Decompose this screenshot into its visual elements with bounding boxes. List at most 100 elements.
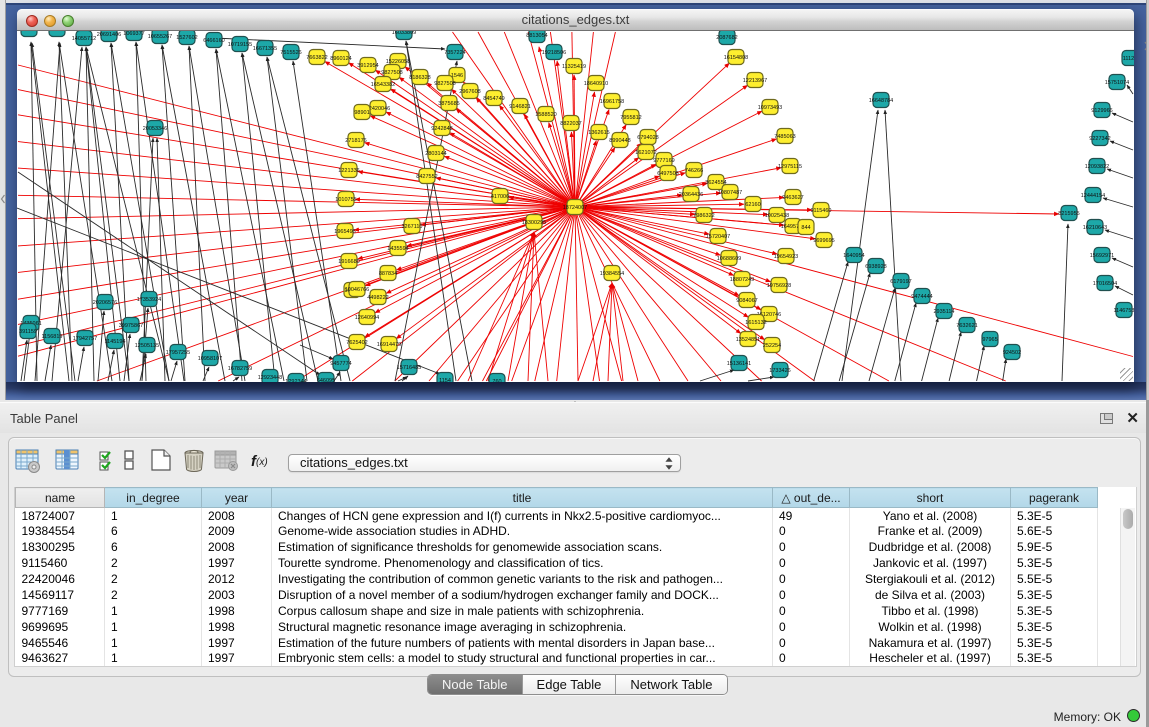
svg-text:10025438: 10025438 (765, 213, 789, 219)
svg-text:9242848: 9242848 (431, 126, 452, 132)
svg-text:15751074: 15751074 (1105, 80, 1129, 86)
svg-text:20053346: 20053346 (143, 126, 167, 132)
svg-text:1146753: 1146753 (1113, 308, 1134, 314)
svg-text:1916680: 1916680 (338, 259, 359, 265)
svg-text:1221336: 1221336 (338, 168, 359, 174)
svg-text:16648784: 16648784 (869, 98, 893, 104)
svg-text:6179197: 6179197 (890, 279, 911, 285)
svg-text:15692971: 15692971 (1090, 253, 1114, 259)
svg-text:760: 760 (492, 379, 501, 382)
svg-text:12923448: 12923448 (258, 375, 282, 381)
svg-text:12640994: 12640994 (355, 315, 379, 321)
svg-text:2967608: 2967608 (459, 89, 480, 95)
svg-text:15716485: 15716485 (397, 365, 421, 371)
svg-text:7485063: 7485063 (774, 134, 795, 140)
svg-text:3875685: 3875685 (438, 101, 459, 107)
svg-text:1621072: 1621072 (635, 150, 656, 156)
svg-text:12444154: 12444154 (1081, 193, 1105, 199)
svg-text:9457774: 9457774 (330, 361, 351, 367)
svg-text:13524851: 13524851 (736, 337, 760, 343)
svg-text:16782759: 16782759 (228, 366, 252, 372)
svg-text:1154: 1154 (439, 378, 451, 382)
svg-text:18807249: 18807249 (730, 277, 754, 283)
svg-text:97965: 97965 (982, 337, 997, 343)
svg-text:252254: 252254 (763, 343, 781, 349)
svg-text:7663822: 7663822 (306, 55, 327, 61)
svg-text:20206576: 20206576 (93, 300, 117, 306)
svg-text:12093822: 12093822 (1085, 164, 1109, 170)
svg-text:1965495: 1965495 (334, 229, 355, 235)
svg-text:2718176: 2718176 (345, 138, 366, 144)
svg-text:9474444: 9474444 (911, 294, 932, 300)
svg-text:16543382: 16543382 (371, 82, 395, 88)
svg-text:19218506: 19218506 (542, 50, 566, 56)
svg-text:844: 844 (801, 225, 810, 231)
svg-text:16210643: 16210643 (1083, 225, 1107, 231)
svg-text:10688609: 10688609 (717, 256, 741, 262)
svg-text:9146821: 9146821 (509, 104, 530, 110)
svg-text:9777169: 9777169 (653, 158, 674, 164)
svg-text:16671355: 16671355 (253, 46, 277, 52)
svg-text:1292344: 1292344 (285, 379, 306, 382)
svg-text:7955812: 7955812 (620, 115, 641, 121)
svg-text:9084067: 9084067 (736, 298, 757, 304)
svg-text:10046766: 10046766 (345, 287, 369, 293)
svg-text:15720407: 15720407 (706, 234, 730, 240)
svg-text:8990448: 8990448 (609, 138, 630, 144)
svg-text:8186328: 8186328 (409, 75, 430, 81)
svg-text:7632621: 7632621 (956, 323, 977, 329)
svg-text:391159: 391159 (19, 329, 37, 335)
svg-text:19654923: 19654923 (774, 254, 798, 260)
svg-text:17016504: 17016504 (1093, 281, 1117, 287)
svg-text:18724007: 18724007 (563, 205, 587, 211)
svg-text:10719155: 10719155 (228, 42, 252, 48)
svg-text:7357224: 7357224 (444, 50, 465, 56)
svg-text:4498222: 4498222 (367, 295, 388, 301)
svg-text:1615132: 1615132 (745, 320, 766, 326)
svg-text:11123: 11123 (1123, 56, 1134, 62)
svg-text:8427552: 8427552 (416, 174, 437, 180)
svg-text:18300295: 18300295 (522, 220, 546, 226)
svg-text:7986322: 7986322 (693, 213, 714, 219)
svg-text:924502: 924502 (1003, 350, 1021, 356)
svg-text:20364436: 20364436 (679, 192, 703, 198)
svg-text:8813054: 8813054 (526, 33, 547, 39)
svg-text:15136141: 15136141 (727, 361, 751, 367)
svg-text:8215955: 8215955 (1058, 211, 1079, 217)
svg-text:417006: 417006 (491, 194, 509, 200)
svg-text:(x): (x) (256, 457, 268, 468)
svg-text:6497508: 6497508 (657, 171, 678, 177)
svg-text:8822037: 8822037 (560, 121, 581, 127)
svg-text:10807487: 10807487 (718, 190, 742, 196)
svg-text:887834: 887834 (379, 271, 397, 277)
svg-text:8960124: 8960124 (330, 56, 351, 62)
svg-text:20554: 20554 (49, 31, 64, 33)
svg-text:9827508: 9827508 (434, 81, 455, 87)
svg-text:3912954: 3912954 (357, 63, 378, 69)
svg-text:1156819: 1156819 (41, 334, 62, 340)
svg-text:2087682: 2087682 (716, 35, 737, 41)
svg-text:9115460: 9115460 (810, 208, 831, 214)
svg-text:2935114: 2935114 (933, 309, 954, 315)
svg-text:7515526: 7515526 (280, 50, 301, 56)
svg-text:1733426: 1733426 (769, 368, 790, 374)
svg-text:1527602: 1527602 (176, 35, 197, 41)
svg-text:1010755: 1010755 (335, 197, 356, 203)
svg-text:12975115: 12975115 (778, 164, 802, 170)
svg-text:19384554: 19384554 (600, 271, 624, 277)
svg-text:1362615: 1362615 (588, 130, 609, 136)
svg-text:39975867: 39975867 (119, 323, 143, 329)
svg-text:8454749: 8454749 (483, 96, 504, 102)
svg-text:62160: 62160 (745, 202, 760, 208)
svg-text:16961758: 16961758 (600, 99, 624, 105)
svg-text:16154808: 16154808 (724, 55, 748, 61)
svg-text:3267110: 3267110 (401, 224, 422, 230)
svg-text:17942757: 17942757 (73, 336, 97, 342)
svg-text:2803144: 2803144 (425, 151, 446, 157)
svg-text:98901: 98901 (354, 110, 369, 116)
svg-text:11325419: 11325419 (562, 64, 586, 70)
svg-text:9463627: 9463627 (782, 195, 803, 201)
svg-text:16033809: 16033809 (392, 31, 416, 36)
svg-text:16914479: 16914479 (377, 342, 401, 348)
svg-text:6794028: 6794028 (637, 135, 658, 141)
